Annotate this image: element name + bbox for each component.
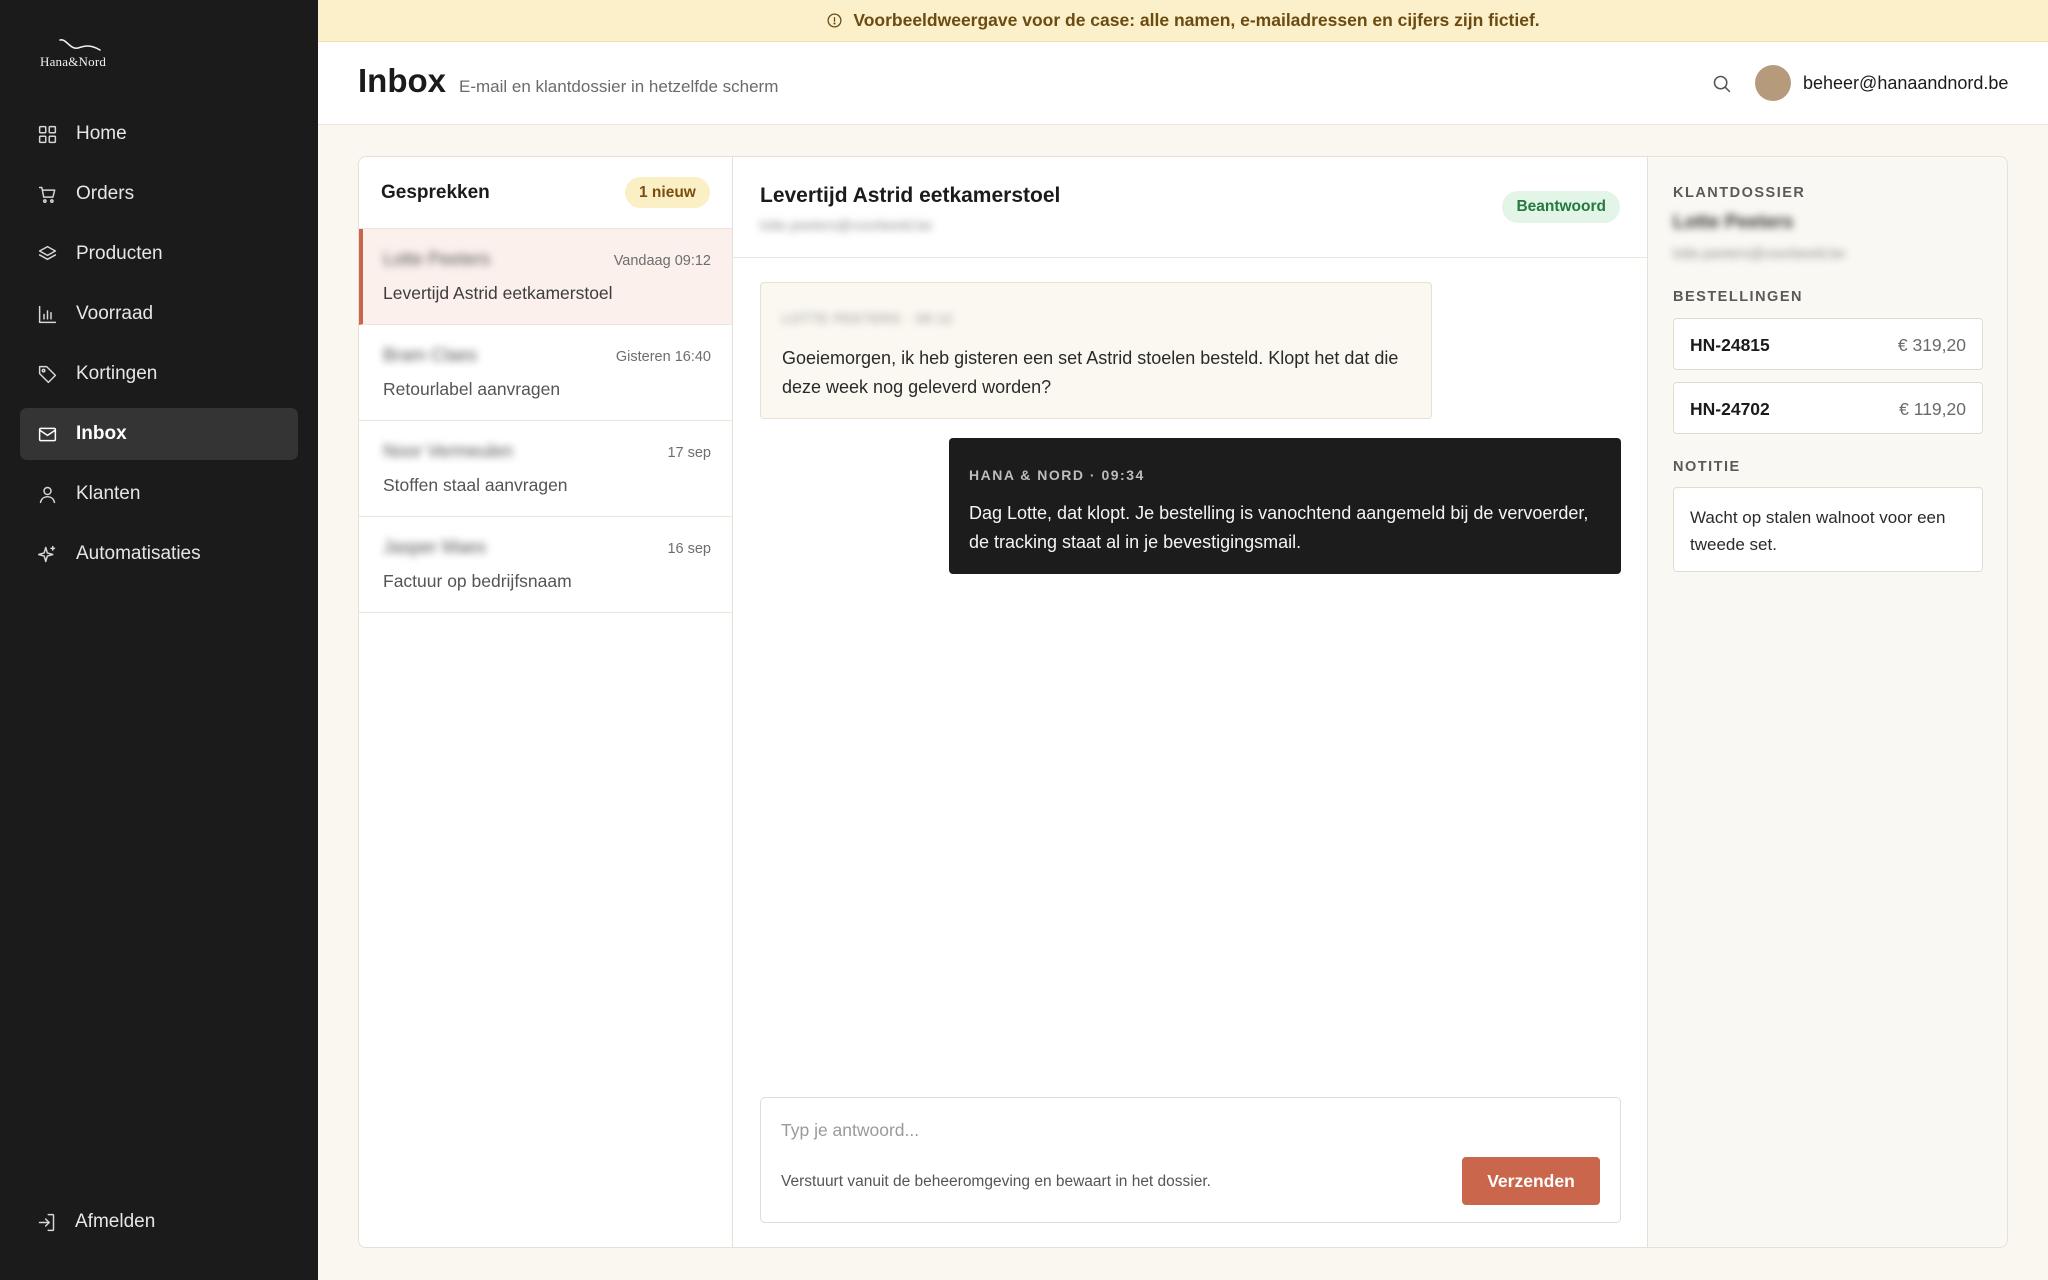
message-meta: LOTTE PEETERS · 09:12 bbox=[782, 311, 954, 326]
thread-panel: Levertijd Astrid eetkamerstoel lotte.pee… bbox=[732, 156, 1648, 1248]
brand-logo[interactable]: Hana&Nord bbox=[40, 36, 130, 70]
sidebar-item-producten[interactable]: Producten bbox=[20, 228, 298, 280]
avatar[interactable] bbox=[1755, 65, 1791, 101]
sidebar-item-kortingen[interactable]: Kortingen bbox=[20, 348, 298, 400]
sidebar-item-label: Kortingen bbox=[76, 363, 158, 384]
thread-email: lotte.peeters@voorbeeld.be bbox=[760, 217, 933, 233]
conversation-name: Lotte Peeters bbox=[383, 249, 491, 269]
conversation-name: Bram Claes bbox=[383, 345, 478, 365]
order-amount: € 319,20 bbox=[1897, 335, 1966, 355]
page-header: Inbox E-mail en klantdossier in hetzelfd… bbox=[318, 42, 2048, 125]
logout-button[interactable]: Afmelden bbox=[36, 1196, 155, 1248]
user-email[interactable]: beheer@hanaandnord.be bbox=[1803, 73, 2008, 94]
outgoing-message: HANA & NORD · 09:34 Dag Lotte, dat klopt… bbox=[949, 438, 1621, 574]
conversation-name: Jasper Maes bbox=[383, 537, 487, 557]
search-button[interactable] bbox=[1708, 70, 1734, 96]
sidebar-item-label: Automatisaties bbox=[76, 543, 201, 564]
orders-label: BESTELLINGEN bbox=[1673, 289, 1803, 305]
conversation-item[interactable]: Lotte Peeters Vandaag 09:12 Levertijd As… bbox=[359, 229, 732, 325]
conversations-header: Gesprekken 1 nieuw bbox=[359, 157, 732, 229]
order-id: HN-24815 bbox=[1690, 335, 1770, 355]
conversation-subject: Factuur op bedrijfsnaam bbox=[383, 571, 572, 591]
cart-icon bbox=[36, 183, 58, 205]
page-title: Inbox bbox=[358, 62, 446, 99]
conversations-panel: Gesprekken 1 nieuw Lotte Peeters Vandaag… bbox=[358, 156, 732, 1248]
composer-hint: Verstuurt vanuit de beheeromgeving en be… bbox=[781, 1173, 1211, 1190]
order-amount: € 119,20 bbox=[1899, 399, 1966, 419]
search-icon bbox=[1713, 75, 1730, 92]
sidebar-item-home[interactable]: Home bbox=[20, 108, 298, 160]
sidebar-item-label: Inbox bbox=[76, 423, 127, 444]
note-label: NOTITIE bbox=[1673, 459, 1741, 475]
new-count-badge: 1 nieuw bbox=[625, 177, 710, 208]
user-icon bbox=[36, 483, 58, 505]
conversation-name: Noor Vermeulen bbox=[383, 441, 514, 461]
sidebar-item-label: Producten bbox=[76, 243, 163, 264]
incoming-message: LOTTE PEETERS · 09:12 Goeiemorgen, ik he… bbox=[760, 282, 1432, 419]
conversation-time: 17 sep bbox=[667, 445, 711, 461]
customer-email: lotte.peeters@voorbeeld.be bbox=[1673, 245, 1846, 261]
sidebar-item-inbox[interactable]: Inbox bbox=[20, 408, 298, 460]
info-icon bbox=[827, 13, 842, 28]
sidebar-item-klanten[interactable]: Klanten bbox=[20, 468, 298, 520]
thread-title: Levertijd Astrid eetkamerstoel bbox=[760, 184, 1061, 207]
order-id: HN-24702 bbox=[1690, 399, 1770, 419]
thread-header: Levertijd Astrid eetkamerstoel lotte.pee… bbox=[733, 157, 1647, 258]
banner-text: Voorbeeldweergave voor de case: alle nam… bbox=[853, 10, 1540, 30]
sidebar-item-label: Home bbox=[76, 123, 127, 144]
sidebar-item-orders[interactable]: Orders bbox=[20, 168, 298, 220]
customer-name: Lotte Peeters bbox=[1673, 212, 1794, 233]
send-button[interactable]: Verzenden bbox=[1462, 1157, 1600, 1205]
sidebar-item-voorraad[interactable]: Voorraad bbox=[20, 288, 298, 340]
sidebar-item-label: Voorraad bbox=[76, 303, 154, 324]
bar-chart-icon bbox=[36, 303, 58, 325]
swoosh-icon bbox=[59, 39, 101, 51]
status-badge: Beantwoord bbox=[1502, 191, 1620, 223]
conversations-title: Gesprekken bbox=[381, 182, 490, 203]
conversation-time: Vandaag 09:12 bbox=[613, 253, 711, 269]
sidebar-nav: Home Orders Producten Voorraad Kortingen bbox=[20, 108, 298, 588]
sidebar-item-automatisaties[interactable]: Automatisaties bbox=[20, 528, 298, 580]
logout-label: Afmelden bbox=[75, 1211, 156, 1232]
conversation-item[interactable]: Noor Vermeulen 17 sep Stoffen staal aanv… bbox=[359, 421, 732, 517]
demo-banner: Voorbeeldweergave voor de case: alle nam… bbox=[318, 0, 2048, 42]
conversation-subject: Stoffen staal aanvragen bbox=[383, 475, 568, 495]
logout-icon bbox=[38, 1213, 55, 1231]
sparkle-icon bbox=[36, 543, 58, 565]
logo-text: Hana&Nord bbox=[40, 54, 107, 69]
tag-icon bbox=[36, 363, 58, 385]
message-body: Dag Lotte, dat klopt. Je bestelling is v… bbox=[969, 503, 1589, 552]
note-card: Wacht op stalen walnoot voor een tweede … bbox=[1673, 487, 1983, 572]
conversation-time: Gisteren 16:40 bbox=[615, 349, 711, 365]
sidebar-item-label: Orders bbox=[76, 183, 135, 204]
sidebar-item-label: Klanten bbox=[76, 483, 141, 504]
customer-file-label: KLANTDOSSIER bbox=[1673, 185, 1806, 201]
order-card[interactable]: HN-24815 € 319,20 bbox=[1673, 318, 1983, 370]
conversation-subject: Levertijd Astrid eetkamerstoel bbox=[383, 283, 613, 303]
mail-icon bbox=[36, 423, 58, 445]
conversation-subject: Retourlabel aanvragen bbox=[383, 379, 561, 399]
message-body: Goeiemorgen, ik heb gisteren een set Ast… bbox=[782, 348, 1399, 397]
sidebar: Hana&Nord Home Orders Producten Voorraad bbox=[0, 0, 318, 1280]
customer-file-panel: KLANTDOSSIER Lotte Peeters lotte.peeters… bbox=[1648, 156, 2008, 1248]
layers-icon bbox=[36, 243, 58, 265]
order-card[interactable]: HN-24702 € 119,20 bbox=[1673, 382, 1983, 434]
reply-composer: Verstuurt vanuit de beheeromgeving en be… bbox=[760, 1097, 1621, 1223]
grid-icon bbox=[36, 123, 58, 145]
conversation-item[interactable]: Jasper Maes 16 sep Factuur op bedrijfsna… bbox=[359, 517, 732, 613]
conversation-item[interactable]: Bram Claes Gisteren 16:40 Retourlabel aa… bbox=[359, 325, 732, 421]
message-meta: HANA & NORD · 09:34 bbox=[969, 467, 1145, 483]
conversation-time: 16 sep bbox=[667, 541, 711, 557]
reply-input[interactable] bbox=[781, 1118, 1601, 1142]
page-subtitle: E-mail en klantdossier in hetzelfde sche… bbox=[459, 77, 779, 96]
